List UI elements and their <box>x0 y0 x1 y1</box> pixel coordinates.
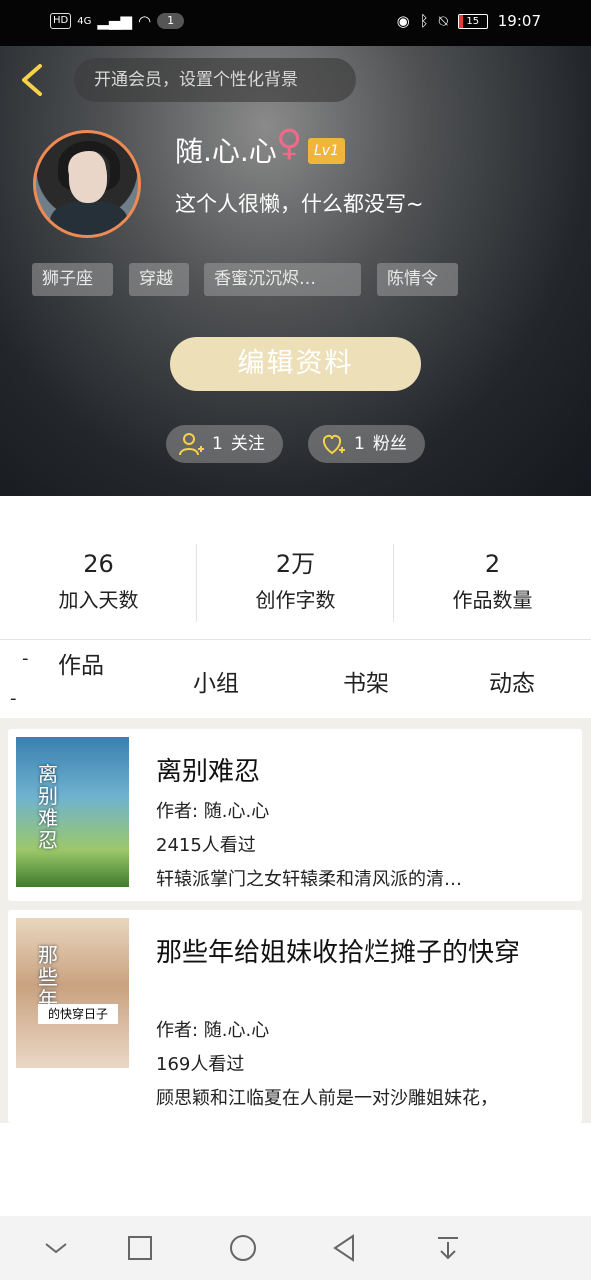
stat-label: 加入天数 <box>58 588 139 612</box>
tab-active-marker: - <box>10 688 17 709</box>
book-title[interactable]: 那些年给姐妹收拾烂摊子的快穿 <box>156 932 520 969</box>
chevron-left-icon <box>22 64 42 96</box>
hide-nav-button[interactable] <box>40 1232 72 1264</box>
book-cover[interactable]: 那些年 的快穿日子 <box>16 918 129 1068</box>
book-description: 顾思颖和江临夏在人前是一对沙雕姐妹花， <box>156 1088 498 1109</box>
following-count: 1 <box>212 434 223 454</box>
tag-item[interactable]: 陈情令 <box>377 263 458 296</box>
tab-active-marker: - <box>22 648 29 669</box>
tab-bar: - 作品 - 小组 书架 动态 <box>0 640 591 716</box>
book-cover[interactable]: 离别难忍 <box>16 737 129 887</box>
bio-text: 这个人很懒，什么都没写~ <box>175 192 424 216</box>
stats-row: 26 加入天数 2万 创作字数 2 作品数量 <box>0 540 591 624</box>
tag-item[interactable]: 狮子座 <box>32 263 113 296</box>
profile-header: 开通会员，设置个性化背景 随.心.心 ♀ Lv1 这个人很懒，什么都没写~ 狮子… <box>0 46 591 496</box>
fans-label: 粉丝 <box>372 434 407 454</box>
book-views: 2415人看过 <box>156 835 256 856</box>
battery-fill <box>458 14 463 28</box>
stat-works-count: 2 作品数量 <box>394 540 591 624</box>
book-author: 作者: 随.心.心 <box>156 1020 270 1041</box>
fans-button[interactable]: 1 粉丝 <box>308 425 425 463</box>
book-author: 作者: 随.心.心 <box>156 801 270 822</box>
battery-level: 15 <box>466 15 480 27</box>
member-background-button[interactable]: 开通会员，设置个性化背景 <box>74 58 356 102</box>
hd-indicator: HD <box>50 13 72 29</box>
home-button[interactable] <box>227 1232 259 1264</box>
avatar[interactable] <box>33 130 141 238</box>
triangle-back-icon <box>333 1234 354 1262</box>
book-title[interactable]: 离别难忍 <box>156 751 260 788</box>
tab-works[interactable]: 作品 <box>58 646 104 680</box>
stat-join-days: 26 加入天数 <box>0 540 197 624</box>
tag-item[interactable]: 香蜜沉沉烬… <box>204 263 361 296</box>
cover-title: 离别难忍 <box>38 762 58 852</box>
recent-apps-button[interactable] <box>124 1232 156 1264</box>
level-badge: Lv1 <box>308 138 345 164</box>
signal-type: 4G <box>77 15 92 27</box>
signal-icon: ▂▄▆ <box>97 12 132 30</box>
tag-item[interactable]: 穿越 <box>129 263 189 296</box>
tab-activity[interactable]: 动态 <box>489 664 535 698</box>
stat-value: 2 <box>484 550 501 578</box>
bluetooth-icon: ᛒ <box>419 12 429 30</box>
user-add-icon <box>179 433 204 456</box>
username: 随.心.心 <box>175 135 277 168</box>
tab-bookshelf[interactable]: 书架 <box>343 664 389 698</box>
notification-pull-button[interactable] <box>432 1232 464 1264</box>
cover-subtitle: 的快穿日子 <box>38 1004 118 1024</box>
cover-title: 那些年 <box>38 943 58 1011</box>
mute-icon: ⍉ <box>438 12 448 30</box>
circle-icon <box>230 1235 256 1261</box>
status-bar: HD 4G ▂▄▆ ◠ 1 ◉ ᛒ ⍉ 15 19:07 <box>0 0 591 46</box>
list-item[interactable]: 离别难忍 离别难忍 作者: 随.心.心 2415人看过 轩辕派掌门之女轩辕柔和清… <box>8 729 582 901</box>
book-description: 轩辕派掌门之女轩辕柔和清风派的清… <box>156 869 462 890</box>
stat-value: 26 <box>83 550 114 578</box>
stat-label: 作品数量 <box>452 588 533 612</box>
pull-down-icon <box>438 1237 458 1260</box>
tab-groups[interactable]: 小组 <box>193 664 239 698</box>
eye-icon: ◉ <box>396 12 410 30</box>
avatar-face <box>69 153 107 203</box>
square-icon <box>128 1236 152 1260</box>
edit-profile-button[interactable]: 编辑资料 <box>170 337 421 391</box>
back-nav-button[interactable] <box>329 1232 361 1264</box>
stat-word-count: 2万 创作字数 <box>197 540 394 624</box>
notification-badge: 1 <box>157 13 185 29</box>
chevron-down-icon <box>45 1243 67 1254</box>
female-icon: ♀ <box>276 123 303 164</box>
avatar-coat <box>50 201 128 235</box>
wifi-icon: ◠ <box>137 12 152 30</box>
book-views: 169人看过 <box>156 1054 245 1075</box>
following-button[interactable]: 1 关注 <box>166 425 283 463</box>
back-button[interactable] <box>18 62 46 98</box>
clock: 19:07 <box>497 12 541 30</box>
following-label: 关注 <box>230 434 265 454</box>
list-item[interactable]: 那些年 的快穿日子 那些年给姐妹收拾烂摊子的快穿 作者: 随.心.心 169人看… <box>8 910 582 1123</box>
system-nav-bar <box>0 1216 591 1280</box>
works-list: 离别难忍 离别难忍 作者: 随.心.心 2415人看过 轩辕派掌门之女轩辕柔和清… <box>0 718 591 1123</box>
stat-label: 创作字数 <box>255 588 336 612</box>
fans-count: 1 <box>354 434 365 454</box>
battery-icon: 15 <box>457 13 488 29</box>
heart-add-icon <box>322 434 345 455</box>
stat-value: 2万 <box>275 550 316 578</box>
